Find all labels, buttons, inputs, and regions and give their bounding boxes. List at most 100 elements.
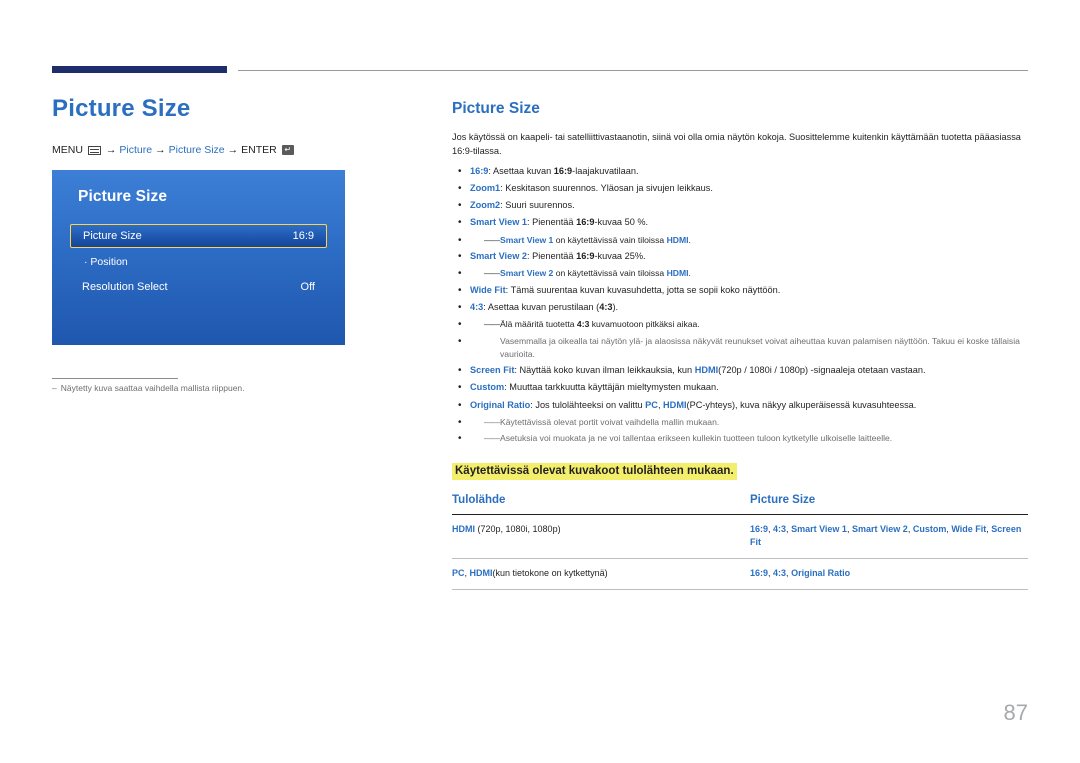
option-list-item: Smart View 2: Pienentää 16:9-kuvaa 25%. — [452, 249, 1028, 264]
text-fragment: (PC-yhteys), kuva näkyy alkuperäisessä k… — [686, 399, 917, 410]
option-note-item: ――Käytettävissä olevat portit voivat vai… — [452, 415, 1028, 430]
osd-row-resolution-select[interactable]: Resolution Select Off — [70, 274, 327, 300]
note-dash-icon: ―― — [484, 433, 500, 444]
breadcrumb-arrow-1: → — [105, 144, 117, 157]
text-fragment: 4:3 — [773, 523, 787, 534]
option-list-item: Original Ratio: Jos tulolähteeksi on val… — [452, 398, 1028, 413]
text-fragment: ). — [612, 302, 619, 313]
text-fragment: Zoom1 — [470, 182, 501, 193]
text-fragment: (kun tietokone on kytkettynä) — [492, 567, 608, 578]
text-fragment: Custom — [470, 382, 505, 393]
table-row: HDMI (720p, 1080i, 1080p) 16:9, 4:3, Smar… — [452, 514, 1028, 559]
sub-note: ――Smart View 2 on käytettävissä vain til… — [470, 267, 1028, 280]
text-fragment: 16:9 — [576, 217, 595, 228]
option-list-item: Screen Fit: Näyttää koko kuvan ilman lei… — [452, 363, 1028, 378]
option-note-item: ――Smart View 1 on käytettävissä vain til… — [452, 233, 1028, 248]
breadcrumb: MENU → Picture → Picture Size → ENTER ↵ — [52, 144, 402, 156]
note-dash-icon: ―― — [484, 319, 500, 330]
table-cell-picture-size: 16:9, 4:3, Smart View 1, Smart View 2, C… — [738, 514, 1028, 559]
text-fragment: Smart View 1 — [791, 523, 847, 534]
osd-panel: Picture Size Picture Size 16:9 · Positio… — [52, 170, 345, 346]
breadcrumb-item-picture-size: Picture Size — [168, 144, 225, 157]
text-fragment: 16:9 — [576, 251, 595, 262]
text-fragment: Original Ratio — [791, 567, 851, 578]
header-rule-right — [238, 70, 1028, 71]
osd-title: Picture Size — [78, 188, 168, 206]
sub-note: ――Käytettävissä olevat portit voivat vai… — [470, 416, 1028, 429]
osd-row-picture-size[interactable]: Picture Size 16:9 — [70, 224, 327, 249]
text-fragment: Zoom2 — [470, 200, 501, 211]
left-column: Picture Size MENU → Picture → Picture Si… — [52, 95, 402, 346]
text-fragment: : Pienentää — [527, 251, 577, 262]
option-list-item: 16:9: Asettaa kuvan 16:9-laajakuvatilaan… — [452, 164, 1028, 179]
osd-row-label: · Position — [84, 256, 128, 269]
page-title: Picture Size — [52, 95, 191, 122]
text-fragment: kuvamuotoon pitkäksi aikaa. — [589, 319, 700, 330]
sub-note: Vasemmalla ja oikealla tai näytön ylä- j… — [470, 335, 1028, 361]
option-list-item: Zoom1: Keskitason suurennos. Yläosan ja … — [452, 181, 1028, 196]
text-fragment: on käytettävissä vain tiloissa — [553, 234, 667, 245]
text-fragment: Smart View 2 — [470, 251, 528, 262]
table-row: PC, HDMI(kun tietokone on kytkettynä) 16:… — [452, 558, 1028, 590]
text-fragment: . — [688, 234, 691, 245]
section-title: Picture Size — [452, 100, 540, 117]
text-fragment: : Keskitason suurennos. Yläosan ja sivuj… — [500, 182, 713, 193]
osd-row-label: Resolution Select — [82, 281, 168, 294]
option-note-item: ――Älä määritä tuotetta 4:3 kuvamuotoon p… — [452, 317, 1028, 332]
table-cell-source: PC, HDMI(kun tietokone on kytkettynä) — [452, 558, 738, 590]
osd-row-value: 16:9 — [292, 230, 314, 243]
osd-row-value: Off — [300, 281, 315, 294]
breadcrumb-enter-label: ENTER — [241, 144, 277, 157]
text-fragment: Asetuksia voi muokata ja ne voi tallenta… — [500, 433, 893, 444]
option-note-item: ――Asetuksia voi muokata ja ne voi tallen… — [452, 431, 1028, 446]
enter-icon: ↵ — [281, 145, 294, 156]
text-fragment: HDMI — [469, 567, 493, 578]
osd-row-position[interactable]: · Position — [70, 256, 327, 268]
option-list-item: Wide Fit: Tämä suurentaa kuvan kuvasuhde… — [452, 283, 1028, 298]
text-fragment: HDMI — [452, 523, 475, 534]
text-fragment: -kuvaa 50 %. — [594, 217, 649, 228]
option-note-item: Vasemmalla ja oikealla tai näytön ylä- j… — [452, 334, 1028, 361]
document-page: Picture Size MENU → Picture → Picture Si… — [0, 0, 1080, 763]
option-list-item: Zoom2: Suuri suurennos. — [452, 198, 1028, 213]
text-fragment: Screen Fit — [470, 365, 515, 376]
text-fragment: HDMI — [663, 399, 687, 410]
text-fragment: 16:9 — [553, 165, 573, 176]
text-fragment: Smart View 1 — [500, 234, 554, 245]
osd-note: – Näytetty kuva saattaa vaihdella mallis… — [52, 383, 382, 393]
option-list-item: 4:3: Asettaa kuvan perustilaan (4:3). — [452, 300, 1028, 315]
text-fragment: PC — [452, 567, 465, 578]
text-fragment: 16:9 — [470, 165, 489, 176]
text-fragment: Original Ratio — [470, 399, 531, 410]
table-cell-source: HDMI (720p, 1080i, 1080p) — [452, 514, 738, 559]
text-fragment: Vasemmalla ja oikealla tai näytön ylä- j… — [500, 335, 1020, 359]
text-fragment: Smart View 1 — [470, 217, 528, 228]
table-header-row: Tulolähde Picture Size — [452, 493, 1028, 515]
text-fragment: . — [688, 268, 691, 279]
option-list: 16:9: Asettaa kuvan 16:9-laajakuvatilaan… — [452, 164, 1028, 447]
text-fragment: : Tämä suurentaa kuvan kuvasuhdetta, jot… — [505, 284, 781, 295]
text-fragment: Älä määritä tuotetta — [500, 319, 577, 330]
table-header-picture-size: Picture Size — [738, 493, 1028, 515]
option-list-item: Smart View 1: Pienentää 16:9-kuvaa 50 %. — [452, 215, 1028, 230]
format-table: Tulolähde Picture Size HDMI (720p, 1080i… — [452, 493, 1028, 590]
text-fragment: -laajakuvatilaan. — [572, 165, 639, 176]
text-fragment: Smart View 2 — [500, 268, 554, 279]
text-fragment: HDMI — [666, 268, 689, 279]
osd-note-divider — [52, 378, 178, 379]
breadcrumb-item-picture: Picture — [119, 144, 153, 157]
note-dash-icon: ―― — [484, 268, 500, 279]
text-fragment: Wide Fit — [951, 523, 987, 534]
text-fragment: (720p, 1080i, 1080p) — [475, 523, 561, 534]
breadcrumb-arrow-2: → — [155, 144, 166, 157]
right-column: Picture Size Jos käytössä on kaapeli- ta… — [452, 100, 1028, 590]
text-fragment: : Asettaa kuvan perustilaan ( — [483, 302, 600, 313]
page-number: 87 — [1003, 700, 1028, 725]
highlight-heading: Käytettävissä olevat kuvakoot tulolähtee… — [452, 462, 737, 480]
text-fragment: 16:9 — [750, 567, 769, 578]
text-fragment: 4:3 — [773, 567, 787, 578]
text-fragment: Custom — [912, 523, 947, 534]
note-dash-icon: ―― — [484, 416, 500, 427]
osd-note-dash: – — [52, 383, 57, 393]
text-fragment: : Muuttaa tarkkuutta käyttäjän mieltymys… — [504, 382, 719, 393]
